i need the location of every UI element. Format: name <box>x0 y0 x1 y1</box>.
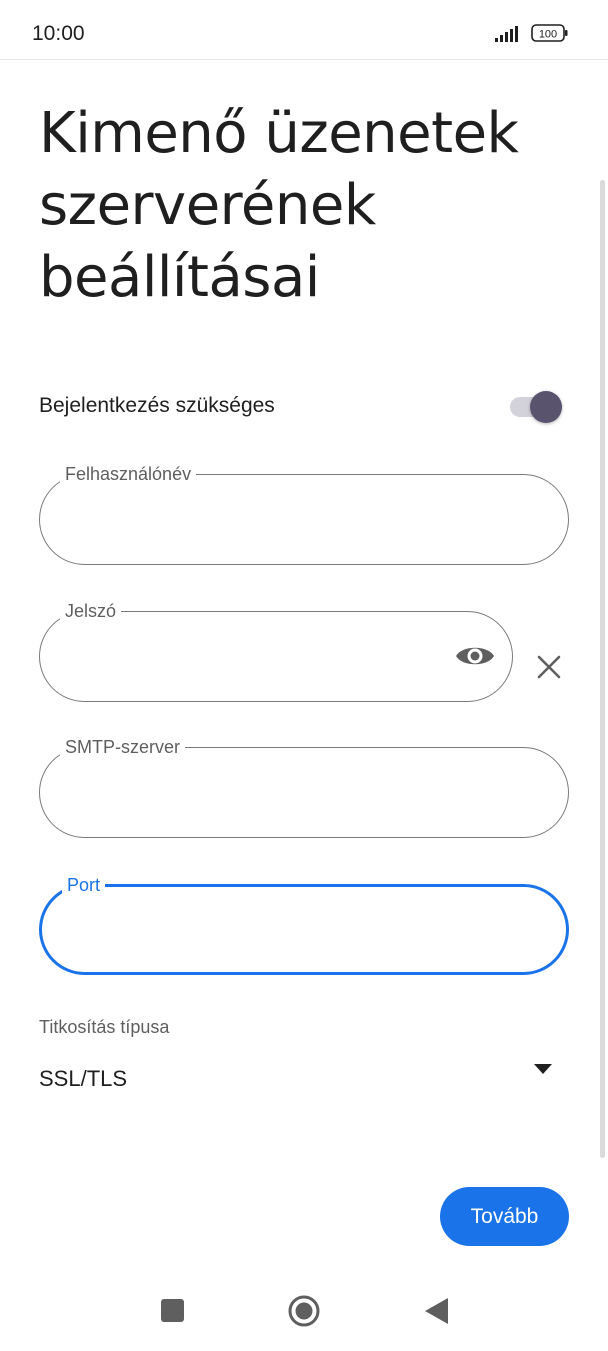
signal-icon <box>495 26 518 42</box>
username-field[interactable]: Felhasználónév <box>39 463 569 565</box>
password-label: Jelszó <box>60 600 122 622</box>
status-time: 10:00 <box>32 22 85 45</box>
login-required-toggle[interactable] <box>510 391 566 423</box>
navigation-bar <box>0 1270 608 1351</box>
status-bar: 10:00 100 <box>0 0 608 60</box>
close-icon[interactable] <box>536 654 562 680</box>
eye-icon[interactable] <box>454 640 496 672</box>
home-icon[interactable] <box>288 1295 320 1327</box>
page-title: Kimenő üzenetek szerverének beállításai <box>39 101 519 310</box>
username-input[interactable] <box>64 503 544 537</box>
recents-icon[interactable] <box>161 1299 184 1322</box>
username-label: Felhasználónév <box>60 463 197 485</box>
password-input[interactable] <box>64 640 442 674</box>
encryption-type-label: Titkosítás típusa <box>39 1017 170 1037</box>
toggle-thumb <box>530 391 562 423</box>
login-required-label: Bejelentkezés szükséges <box>39 394 275 417</box>
battery-level: 100 <box>539 29 557 41</box>
back-icon[interactable] <box>424 1298 448 1324</box>
scrollbar[interactable] <box>600 180 605 1158</box>
port-field[interactable]: Port <box>39 874 569 975</box>
encryption-type-value: SSL/TLS <box>39 1066 128 1091</box>
port-input[interactable] <box>66 915 542 949</box>
next-button[interactable]: Tovább <box>440 1187 569 1246</box>
smtp-server-field[interactable]: SMTP-szerver <box>39 736 569 838</box>
smtp-server-label: SMTP-szerver <box>60 736 186 758</box>
port-label: Port <box>62 874 106 896</box>
dropdown-arrow-icon[interactable] <box>534 1064 552 1074</box>
battery-icon: 100 <box>531 24 568 42</box>
password-field[interactable]: Jelszó <box>39 600 513 702</box>
smtp-server-input[interactable] <box>64 776 544 810</box>
